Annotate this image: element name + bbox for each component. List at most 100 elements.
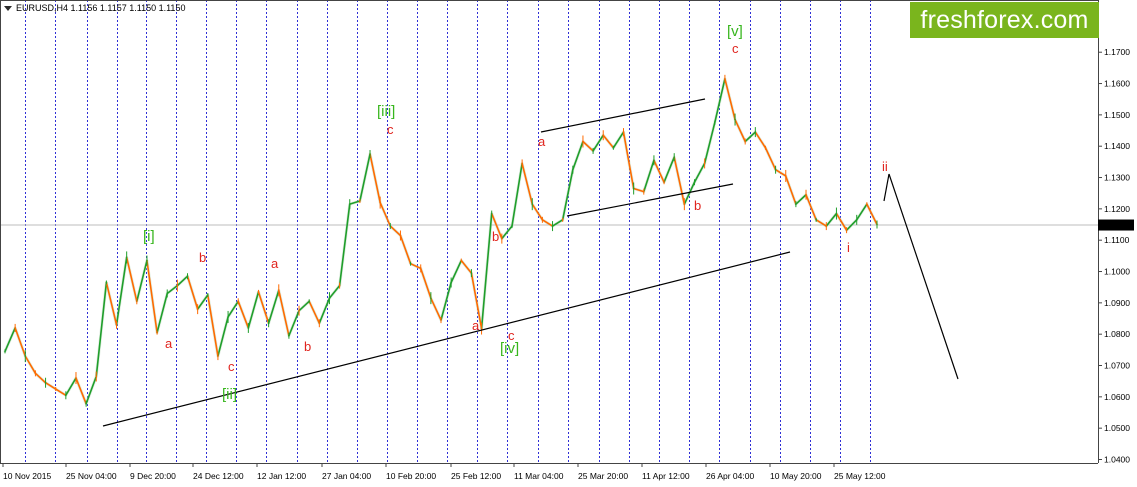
time-tick-label: 10 May 20:00: [770, 471, 822, 481]
price-point: [582, 140, 584, 143]
wave-label-b-2: b: [304, 339, 311, 354]
price-point: [714, 122, 716, 124]
current-price-label: 1.1150: [1100, 220, 1126, 230]
price-point: [521, 162, 523, 165]
price-point: [501, 237, 503, 240]
time-tick-label: 25 Nov 04:00: [66, 471, 117, 481]
chart-window: EURUSD,H4 1.1156 1.1157 1.1150 1.1150 1.…: [0, 0, 1137, 487]
price-point: [754, 131, 757, 133]
price-tick-label: 1.1600: [1104, 79, 1130, 89]
wave-label-b-1: b: [199, 250, 206, 265]
time-tick-label: 12 Jan 12:00: [257, 471, 306, 481]
wave-label-i-green: [i]: [143, 228, 155, 245]
price-point: [774, 169, 777, 171]
time-tick-label: 25 May 12:00: [834, 471, 886, 481]
price-point: [247, 327, 250, 329]
wave-label-a-1: a: [165, 336, 173, 351]
wave-label-i-red: i: [847, 240, 850, 255]
price-point: [156, 331, 158, 334]
time-tick-label: 24 Dec 12:00: [193, 471, 244, 481]
wave-label-c-4: c: [732, 41, 739, 56]
wave-label-ii-red: ii: [882, 159, 888, 174]
wave-label-c-1: c: [228, 359, 235, 374]
price-point: [115, 324, 118, 326]
price-tick-label: 1.1700: [1104, 47, 1130, 57]
price-point: [632, 187, 635, 190]
price-point: [65, 394, 67, 396]
current-price-marker: 1.1150: [1098, 219, 1134, 231]
price-point: [308, 300, 310, 302]
price-point: [572, 169, 574, 171]
price-point: [369, 153, 371, 155]
price-point: [805, 194, 807, 196]
price-point: [491, 212, 493, 215]
time-tick-label: 25 Mar 20:00: [578, 471, 628, 481]
price-point: [14, 327, 16, 329]
price-tick-label: 1.1100: [1104, 235, 1130, 245]
price-point: [541, 219, 544, 221]
time-tick-label: 10 Nov 2015: [3, 471, 51, 481]
price-point: [856, 219, 858, 221]
price-tick-label: 1.0600: [1104, 392, 1130, 402]
price-point: [551, 225, 554, 227]
price-point: [338, 284, 341, 287]
price-point: [744, 140, 746, 143]
price-point: [693, 181, 696, 183]
price-tick-label: 1.1000: [1104, 267, 1130, 277]
price-point: [95, 375, 97, 378]
wave-label-b-4: b: [694, 198, 701, 213]
price-point: [267, 322, 270, 324]
price-point: [683, 203, 686, 205]
wave-label-ii-green: [ii]: [222, 386, 237, 403]
wave-label-iii-green: [iii]: [377, 103, 395, 120]
price-point: [845, 229, 848, 231]
price-point: [349, 203, 351, 205]
price-point: [4, 350, 6, 353]
wave-label-v-green: [v]: [727, 23, 743, 40]
price-point: [136, 300, 138, 302]
symbol-header: EURUSD,H4 1.1156 1.1157 1.1150 1.1150: [16, 3, 185, 13]
price-point: [450, 281, 452, 284]
price-point: [105, 281, 108, 284]
price-point: [55, 388, 57, 390]
price-point: [318, 322, 321, 324]
price-point: [328, 297, 331, 299]
price-point: [389, 225, 391, 227]
price-point: [75, 377, 77, 379]
price-point: [815, 219, 817, 221]
price-point: [237, 300, 239, 302]
wave-label-a-2: a: [271, 256, 279, 271]
price-point: [764, 147, 767, 149]
wave-label-c-2: c: [387, 122, 394, 137]
price-point: [359, 200, 361, 202]
price-point: [288, 335, 290, 337]
time-tick-label: 27 Jan 04:00: [322, 471, 371, 481]
price-point: [673, 156, 675, 158]
price-point: [460, 259, 462, 262]
price-tick-label: 1.0700: [1104, 361, 1130, 371]
price-tick-label: 1.1500: [1104, 110, 1130, 120]
price-point: [85, 403, 87, 405]
wave-label-a-3: a: [472, 318, 480, 333]
time-tick-label: 9 Dec 20:00: [130, 471, 176, 481]
price-point: [734, 118, 736, 121]
price-point: [511, 225, 513, 227]
price-point: [785, 175, 787, 177]
price-point: [227, 316, 229, 318]
price-point: [643, 190, 645, 193]
price-point: [430, 297, 432, 299]
price-point: [663, 181, 665, 183]
price-point: [876, 223, 878, 226]
time-tick-label: 10 Feb 20:00: [386, 471, 436, 481]
price-point: [278, 289, 280, 292]
price-point: [602, 134, 604, 136]
price-point: [795, 203, 797, 205]
price-tick-label: 1.1300: [1104, 173, 1130, 183]
price-point: [34, 372, 37, 375]
price-point: [866, 203, 868, 205]
price-point: [470, 272, 473, 274]
price-point: [622, 131, 625, 133]
price-point: [125, 256, 128, 259]
time-tick-label: 11 Mar 04:00: [514, 471, 564, 481]
price-point: [399, 234, 402, 237]
